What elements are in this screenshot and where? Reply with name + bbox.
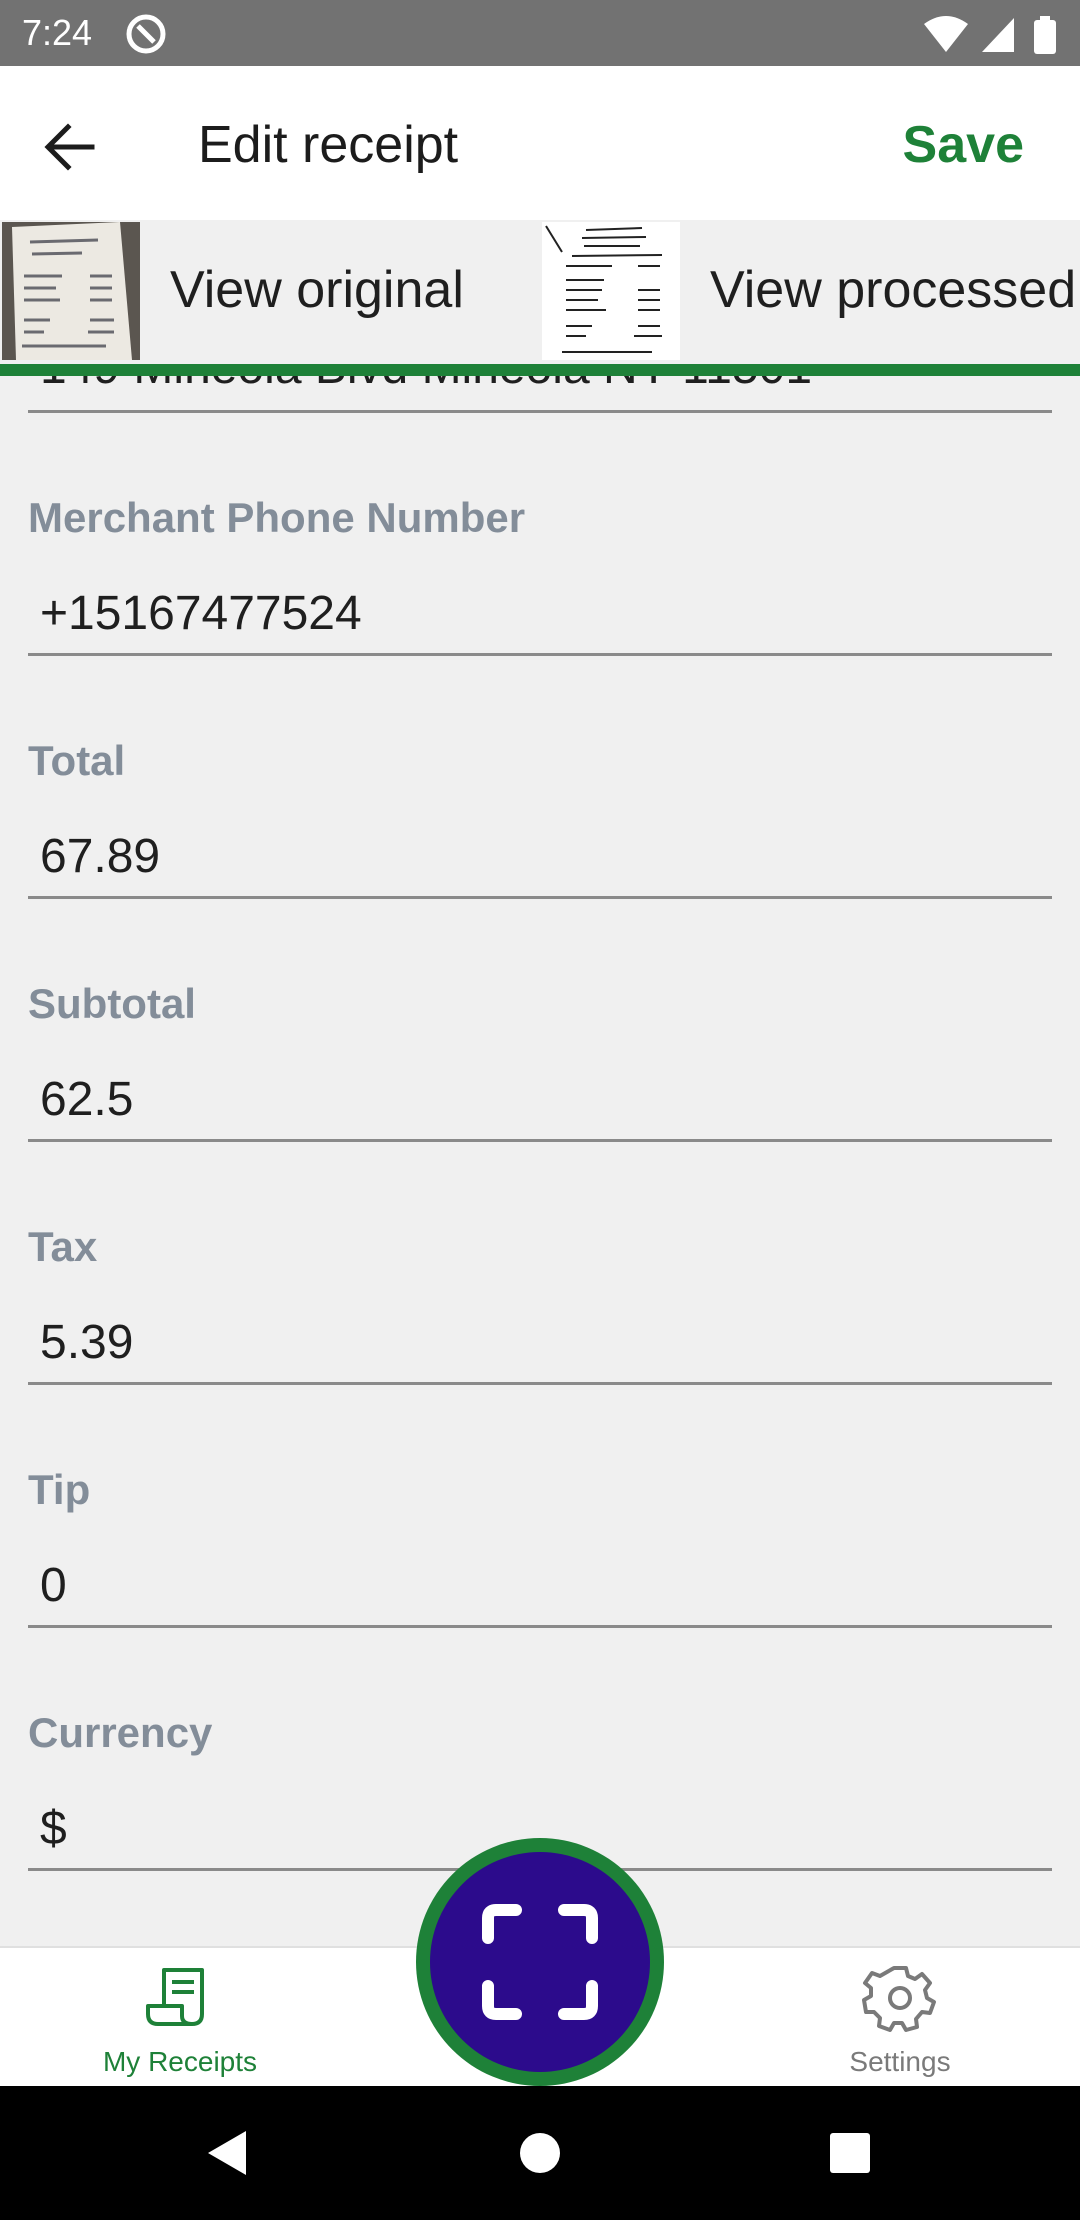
tip-underline [28, 1625, 1052, 1628]
merchant-phone-underline [28, 653, 1052, 656]
receipt-form: 149 Mineola Blvd Mineola NY 11501 Mercha… [0, 376, 1080, 1946]
total-underline [28, 896, 1052, 899]
merchant-phone-label: Merchant Phone Number [28, 494, 526, 541]
signal-icon [982, 18, 1014, 52]
address-field-underline [28, 410, 1052, 413]
tip-label: Tip [28, 1466, 91, 1513]
wifi-icon [924, 16, 968, 52]
at-sign-icon [126, 14, 166, 54]
subtotal-underline [28, 1139, 1052, 1142]
battery-icon [1034, 16, 1056, 54]
subtotal-label: Subtotal [28, 980, 196, 1027]
receipt-icon [146, 1968, 204, 2026]
address-field-value[interactable]: 149 Mineola Blvd Mineola NY 11501 [40, 376, 812, 404]
gear-icon [862, 1966, 936, 2032]
progress-divider [0, 364, 1080, 376]
merchant-phone-field[interactable]: +15167477524 [40, 582, 362, 646]
tip-field[interactable]: 0 [40, 1554, 67, 1618]
status-bar: 7:24 [0, 0, 1080, 66]
scan-button-inner [430, 1852, 650, 2072]
system-navigation-bar [0, 2086, 1080, 2220]
recents-square-icon[interactable] [818, 2121, 882, 2185]
processed-receipt-thumbnail[interactable] [542, 222, 680, 360]
nav-my-receipts-label: My Receipts [102, 2046, 258, 2077]
back-arrow-icon[interactable] [36, 112, 106, 182]
currency-label: Currency [28, 1709, 213, 1756]
status-icons [924, 16, 1056, 54]
nav-my-receipts[interactable]: My Receipts [60, 1958, 300, 2088]
subtotal-field[interactable]: 62.5 [40, 1068, 133, 1132]
back-triangle-icon[interactable] [198, 2121, 262, 2185]
tax-underline [28, 1382, 1052, 1385]
view-original-button[interactable]: View original [170, 258, 464, 322]
total-label: Total [28, 737, 126, 784]
view-processed-button[interactable]: View processed [710, 258, 1076, 322]
home-circle-icon[interactable] [508, 2121, 572, 2185]
scan-icon [482, 1904, 598, 2020]
original-receipt-thumbnail[interactable] [2, 222, 140, 360]
nav-settings[interactable]: Settings [780, 1958, 1020, 2088]
status-time: 7:24 [22, 12, 93, 53]
tax-field[interactable]: 5.39 [40, 1311, 133, 1375]
save-button[interactable]: Save [903, 110, 1024, 180]
tax-label: Tax [28, 1223, 98, 1270]
total-field[interactable]: 67.89 [40, 825, 160, 889]
currency-field[interactable]: $ [40, 1797, 67, 1861]
page-title: Edit receipt [198, 116, 459, 174]
nav-settings-label: Settings [849, 2046, 951, 2077]
scan-receipt-button[interactable] [416, 1838, 664, 2086]
app-bar: Edit receipt Save [0, 66, 1080, 220]
receipt-images-strip: View original View processed [0, 220, 1080, 362]
